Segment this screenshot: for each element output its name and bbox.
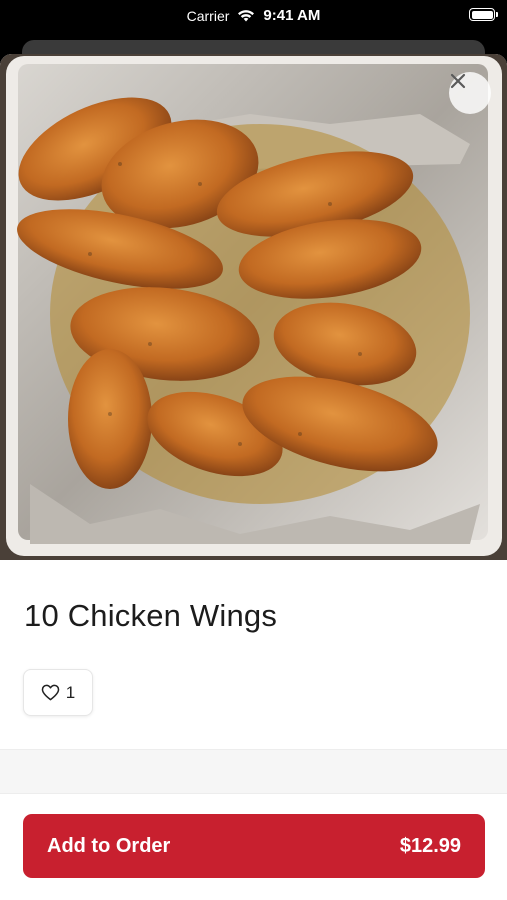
like-button[interactable]: 1 [23,669,93,716]
chicken-wings-image [0,54,507,560]
carrier-label: Carrier [186,7,230,24]
close-button[interactable] [449,72,491,114]
close-icon [450,73,466,89]
like-count: 1 [65,682,76,702]
item-title: 10 Chicken Wings [24,598,278,633]
wifi-icon [238,10,255,22]
item-detail-sheet: 10 Chicken Wings 1 Add to Order $12.99 [0,54,507,900]
battery-icon [469,8,498,21]
add-to-order-button[interactable]: Add to Order $12.99 [23,814,485,878]
clock: 9:41 AM [263,7,321,24]
add-to-order-label: Add to Order [47,834,171,857]
item-photo [0,54,507,560]
status-center: Carrier 9:41 AM [0,7,507,24]
status-bar: Carrier 9:41 AM [0,0,507,32]
heart-outline-icon [41,684,60,701]
section-divider [0,749,507,794]
item-price: $12.99 [399,834,461,857]
